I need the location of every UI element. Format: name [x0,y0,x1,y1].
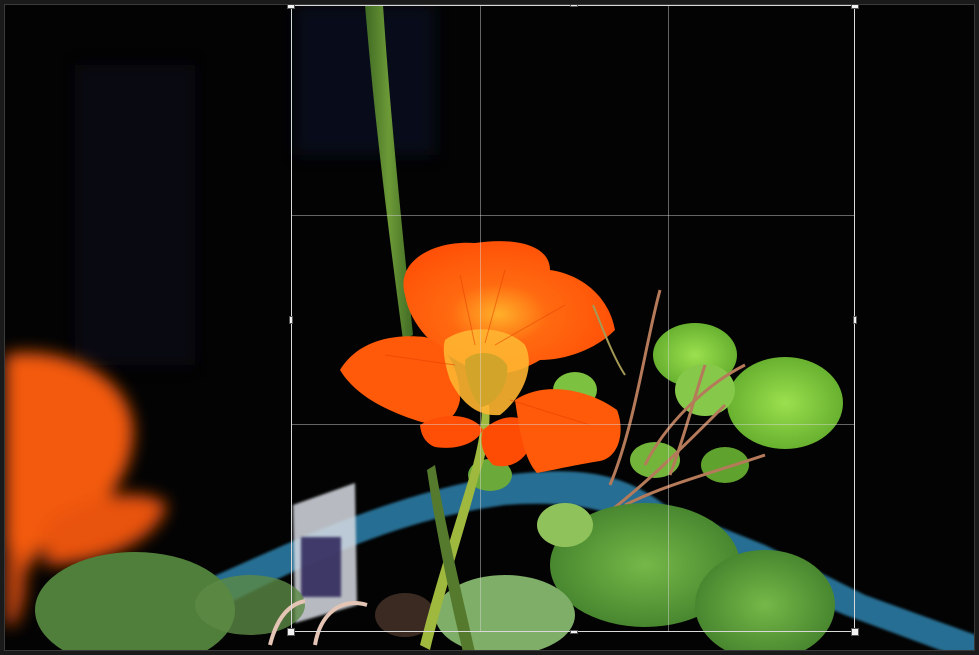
crop-handle-right[interactable] [853,316,857,324]
crop-handle-top[interactable] [570,5,578,7]
crop-handle-top-left[interactable] [287,5,295,9]
crop-handle-bottom-right[interactable] [851,628,859,636]
crop-handle-top-right[interactable] [851,5,859,9]
crop-handle-bottom-left[interactable] [287,628,295,636]
crop-handle-left[interactable] [289,316,293,324]
photo-crop-editor [0,0,979,655]
crop-handle-bottom[interactable] [570,630,578,634]
background-haze [75,65,195,365]
image-canvas [4,4,975,651]
nasturtium-photo [5,5,974,650]
background-haze-top [295,5,435,155]
